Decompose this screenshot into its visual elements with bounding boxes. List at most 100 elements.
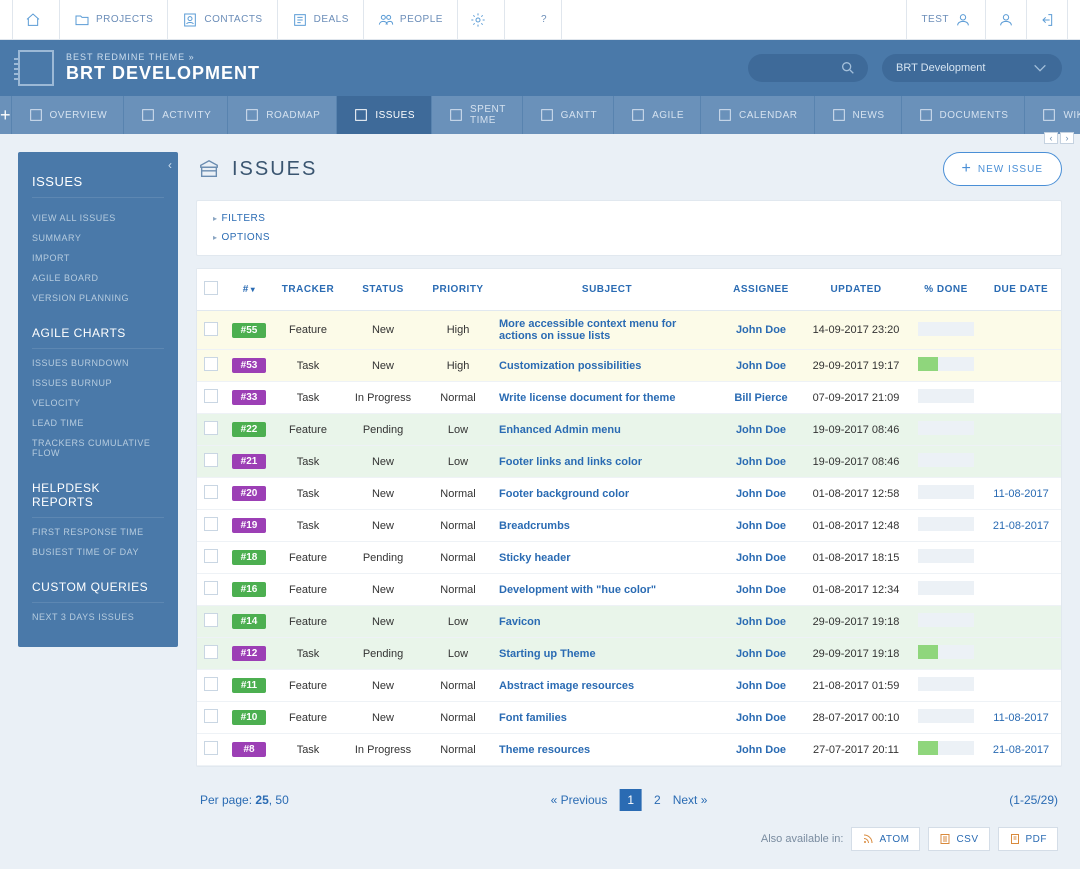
col-id[interactable]: #▾ [225,269,273,311]
per-page-25[interactable]: 25 [255,793,268,807]
row-checkbox[interactable] [204,581,218,595]
options-toggle[interactable]: OPTIONS [213,228,1045,247]
tab-documents[interactable]: DOCUMENTS [901,96,1025,134]
col-done[interactable]: % DONE [911,269,981,311]
issue-id[interactable]: #12 [232,646,266,661]
issue-id[interactable]: #55 [232,323,266,338]
filters-toggle[interactable]: FILTERS [213,209,1045,228]
sidebar-link[interactable]: VELOCITY [32,393,164,413]
topnav-home-icon[interactable] [12,0,60,39]
cell-subject[interactable]: More accessible context menu for actions… [493,311,721,350]
sidebar-link[interactable]: LEAD TIME [32,413,164,433]
next-page[interactable]: Next » [673,793,708,807]
cell-subject[interactable]: Write license document for theme [493,382,721,414]
issue-id[interactable]: #20 [232,486,266,501]
tabs-scroll-right[interactable]: › [1060,132,1074,144]
sidebar-link[interactable]: ISSUES BURNUP [32,373,164,393]
row-checkbox[interactable] [204,453,218,467]
search-input[interactable] [748,54,868,82]
table-row[interactable]: #11FeatureNewNormalAbstract image resour… [197,670,1061,702]
cell-assignee[interactable]: John Doe [721,350,801,382]
cell-subject[interactable]: Sticky header [493,542,721,574]
cell-assignee[interactable]: John Doe [721,734,801,766]
tab-roadmap[interactable]: ROADMAP [227,96,336,134]
cell-subject[interactable]: Theme resources [493,734,721,766]
col-tracker[interactable]: TRACKER [273,269,343,311]
topnav-deals[interactable]: DEALS [278,0,364,39]
issue-id[interactable]: #19 [232,518,266,533]
issue-id[interactable]: #8 [232,742,266,757]
prev-page[interactable]: « Previous [551,793,608,807]
table-row[interactable]: #19TaskNewNormalBreadcrumbsJohn Doe01-08… [197,510,1061,542]
page-1[interactable]: 1 [619,789,642,811]
cell-subject[interactable]: Customization possibilities [493,350,721,382]
cell-assignee[interactable]: John Doe [721,606,801,638]
cell-assignee[interactable]: John Doe [721,311,801,350]
cell-assignee[interactable]: John Doe [721,446,801,478]
table-row[interactable]: #10FeatureNewNormalFont familiesJohn Doe… [197,702,1061,734]
new-issue-button[interactable]: + NEW ISSUE [943,152,1062,186]
row-checkbox[interactable] [204,485,218,499]
tab-issues[interactable]: ISSUES [336,96,431,134]
row-checkbox[interactable] [204,645,218,659]
cell-subject[interactable]: Favicon [493,606,721,638]
topnav-settings-icon[interactable] [458,0,505,39]
table-row[interactable]: #12TaskPendingLowStarting up ThemeJohn D… [197,638,1061,670]
cell-assignee[interactable]: John Doe [721,574,801,606]
topnav-contacts[interactable]: CONTACTS [168,0,277,39]
row-checkbox[interactable] [204,741,218,755]
row-checkbox[interactable] [204,709,218,723]
sidebar-collapse[interactable]: ‹ [168,158,172,172]
sidebar-link[interactable]: BUSIEST TIME OF DAY [32,542,164,562]
row-checkbox[interactable] [204,677,218,691]
export-atom[interactable]: ATOM [851,827,920,851]
cell-subject[interactable]: Starting up Theme [493,638,721,670]
export-pdf[interactable]: PDF [998,827,1059,851]
row-checkbox[interactable] [204,613,218,627]
issue-id[interactable]: #33 [232,390,266,405]
sidebar-link[interactable]: ISSUES BURNDOWN [32,353,164,373]
row-checkbox[interactable] [204,322,218,336]
cell-assignee[interactable]: Bill Pierce [721,382,801,414]
tabs-scroll-left[interactable]: ‹ [1044,132,1058,144]
table-row[interactable]: #8TaskIn ProgressNormalTheme resourcesJo… [197,734,1061,766]
cell-subject[interactable]: Development with "hue color" [493,574,721,606]
sidebar-link[interactable]: AGILE BOARD [32,268,164,288]
table-row[interactable]: #21TaskNewLowFooter links and links colo… [197,446,1061,478]
user-menu[interactable]: TEST [906,0,986,39]
row-checkbox[interactable] [204,357,218,371]
cell-subject[interactable]: Breadcrumbs [493,510,721,542]
sidebar-link[interactable]: VERSION PLANNING [32,288,164,308]
tab-spent-time[interactable]: SPENT TIME [431,96,522,134]
issue-id[interactable]: #14 [232,614,266,629]
sidebar-link[interactable]: SUMMARY [32,228,164,248]
sidebar-link[interactable]: NEXT 3 DAYS ISSUES [32,607,164,627]
issue-id[interactable]: #22 [232,422,266,437]
table-row[interactable]: #22FeaturePendingLowEnhanced Admin menuJ… [197,414,1061,446]
cell-assignee[interactable]: John Doe [721,702,801,734]
project-selector[interactable]: BRT Development [882,54,1062,82]
tab-activity[interactable]: ACTIVITY [123,96,227,134]
sidebar-link[interactable]: VIEW ALL ISSUES [32,208,164,228]
cell-subject[interactable]: Enhanced Admin menu [493,414,721,446]
add-module-button[interactable]: + [0,96,11,134]
cell-subject[interactable]: Font families [493,702,721,734]
cell-assignee[interactable]: John Doe [721,638,801,670]
table-row[interactable]: #14FeatureNewLowFaviconJohn Doe29-09-201… [197,606,1061,638]
row-checkbox[interactable] [204,549,218,563]
cell-assignee[interactable]: John Doe [721,510,801,542]
col-assignee[interactable]: ASSIGNEE [721,269,801,311]
table-row[interactable]: #16FeatureNewNormalDevelopment with "hue… [197,574,1061,606]
col-priority[interactable]: PRIORITY [423,269,493,311]
sidebar-link[interactable]: IMPORT [32,248,164,268]
topnav-help-icon[interactable]: ? [505,0,562,39]
issue-id[interactable]: #21 [232,454,266,469]
topnav-projects[interactable]: PROJECTS [60,0,168,39]
table-row[interactable]: #55FeatureNewHighMore accessible context… [197,311,1061,350]
row-checkbox[interactable] [204,517,218,531]
tab-news[interactable]: NEWS [814,96,901,134]
issue-id[interactable]: #53 [232,358,266,373]
select-all-checkbox[interactable] [204,281,218,295]
cell-subject[interactable]: Abstract image resources [493,670,721,702]
tab-overview[interactable]: OVERVIEW [11,96,124,134]
